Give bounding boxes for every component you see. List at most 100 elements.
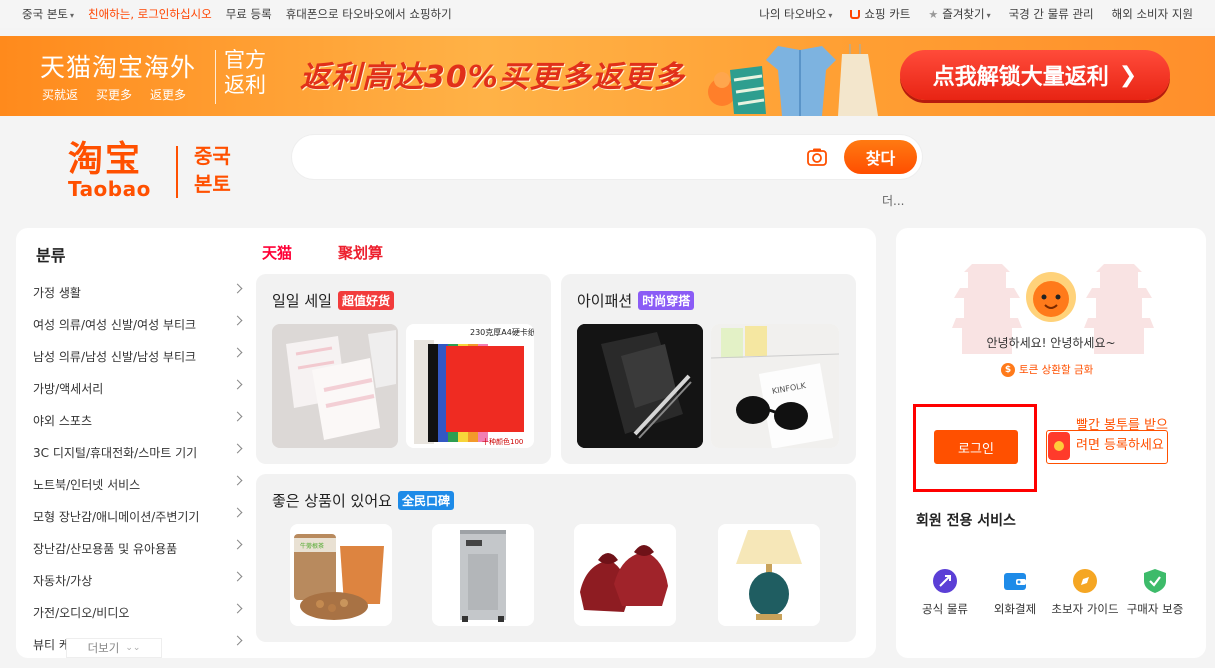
- consumer-support-link[interactable]: 해외 소비자 지원: [1112, 6, 1193, 22]
- shield-icon: [1144, 569, 1166, 593]
- taobao-logo[interactable]: 淘宝 Taobao: [68, 142, 151, 200]
- chevron-right-icon: [232, 635, 243, 646]
- chevron-right-icon: ❯: [1118, 62, 1138, 88]
- category-item[interactable]: 노트북/인터넷 서비스: [33, 468, 243, 500]
- daily-sale-card[interactable]: 일일 세일 超值好货 230克厚A4硬卡纸 十种颜色100: [256, 274, 551, 464]
- product-image-tea: 牛蒡根茶: [290, 524, 392, 626]
- category-item[interactable]: 장난감/산모용품 및 유아용품: [33, 532, 243, 564]
- top-bar: 중국 본토 ▾ 친애하는, 로그인하십시오 무료 등록 휴대폰으로 타오바오에서 …: [0, 0, 1215, 28]
- service-official-logistics[interactable]: 공식 물류: [910, 568, 980, 617]
- logo-divider: [176, 146, 178, 198]
- banner-sub-items: 买就返 买更多 返更多: [42, 86, 186, 103]
- avatar[interactable]: [1026, 272, 1076, 322]
- search-button[interactable]: 찾다: [844, 140, 917, 174]
- category-item[interactable]: 모형 장난감/애니메이션/주변기기: [33, 500, 243, 532]
- camera-icon[interactable]: [806, 146, 828, 168]
- product-thumbnail[interactable]: 牛蒡根茶: [290, 524, 392, 626]
- category-item[interactable]: 가방/액세서리: [33, 372, 243, 404]
- coin-redeem-link[interactable]: $ 토큰 상환할 금화: [1001, 362, 1093, 377]
- favorites-menu[interactable]: ★ 즐겨찾기 ▾: [928, 6, 990, 22]
- product-thumbnail[interactable]: 230克厚A4硬卡纸 十种颜色100: [406, 324, 534, 448]
- product-thumbnail[interactable]: [272, 324, 398, 448]
- promo-banner[interactable]: 天猫淘宝海外 买就返 买更多 返更多 官方返利 返利高达30%买更多返更多 点我…: [0, 36, 1215, 116]
- card-title: 좋은 상품이 있어요: [272, 492, 392, 510]
- rocket-icon: [933, 569, 957, 593]
- banner-official: 官方返利: [224, 48, 266, 97]
- search-input[interactable]: [312, 145, 792, 169]
- welcome-text: 안녕하세요! 안녕하세요~: [986, 336, 1116, 350]
- register-button[interactable]: 빨간 봉투를 받으려면 등록하세요: [1076, 416, 1168, 456]
- product-image-bag: [577, 324, 703, 448]
- region-selector[interactable]: 중국 본토 ▾: [22, 6, 74, 22]
- card-tag: 全民口碑: [397, 491, 454, 510]
- chevron-down-icon: ▾: [69, 11, 74, 20]
- logistics-link[interactable]: 국경 간 물류 관리: [1009, 6, 1094, 22]
- category-item[interactable]: 여성 의류/여성 신발/여성 부티크: [33, 308, 243, 340]
- login-button[interactable]: 로그인: [934, 430, 1018, 464]
- chevron-right-icon: [232, 475, 243, 486]
- service-beginner-guide[interactable]: 초보자 가이드: [1050, 568, 1120, 617]
- product-label-jar: 牛蒡根茶: [300, 542, 324, 550]
- product-image-cardstock: 230克厚A4硬卡纸 十种颜色100: [406, 324, 534, 448]
- banner-sub-item: 返更多: [150, 88, 187, 102]
- chevron-right-icon: [232, 283, 243, 294]
- banner-cta-button[interactable]: 点我解锁大量返利 ❯: [900, 50, 1170, 100]
- search-more-link[interactable]: 더...: [882, 192, 904, 209]
- product-label-top: 230克厚A4硬卡纸: [470, 327, 534, 337]
- category-item[interactable]: 자동차/가상: [33, 564, 243, 596]
- card-tag: 时尚穿搭: [638, 291, 695, 310]
- product-thumbnail[interactable]: [718, 524, 820, 626]
- card-title: 아이패션: [577, 292, 633, 310]
- chevron-down-icon: ▾: [828, 11, 833, 20]
- coin-icon: $: [1001, 362, 1015, 377]
- product-thumbnail[interactable]: KINFOLK: [711, 324, 839, 448]
- product-thumbnail[interactable]: [432, 524, 534, 626]
- product-thumbnail[interactable]: [577, 324, 703, 448]
- category-list: 가정 생활 여성 의류/여성 신발/여성 부티크 남성 의류/남성 신발/남성 …: [33, 276, 243, 658]
- service-buyer-protection[interactable]: 구매자 보증: [1120, 568, 1190, 617]
- banner-sub-item: 买更多: [96, 88, 133, 102]
- wallet-icon: [1004, 573, 1026, 590]
- chevron-down-icon: ▾: [986, 11, 991, 20]
- product-image-bags: [272, 324, 398, 448]
- banner-divider: [215, 50, 216, 104]
- chevron-right-icon: [232, 379, 243, 390]
- chevron-right-icon: [232, 539, 243, 550]
- main-panel: 분류 가정 생활 여성 의류/여성 신발/여성 부티크 남성 의류/남성 신발/…: [16, 228, 876, 658]
- service-foreign-payment[interactable]: 외화결제: [980, 568, 1050, 617]
- chevron-right-icon: [232, 347, 243, 358]
- services-list: 공식 물류 외화결제 초보자 가이드 구매자 보증: [910, 568, 1190, 617]
- tab-juhuasuan[interactable]: 聚划算: [338, 242, 383, 263]
- cart-icon: [850, 10, 861, 19]
- fashion-card[interactable]: 아이패션 时尚穿搭 KINFOLK: [561, 274, 856, 464]
- category-item[interactable]: 남성 의류/남성 신발/남성 부티크: [33, 340, 243, 372]
- star-icon: ★: [928, 8, 939, 21]
- tab-tmall[interactable]: 天猫: [262, 242, 292, 263]
- banner-sub-item: 买就返: [42, 88, 79, 102]
- register-link[interactable]: 무료 등록: [226, 6, 272, 22]
- category-item[interactable]: 3C 디지털/휴대전화/스마트 기기: [33, 436, 243, 468]
- product-image-sunglasses: KINFOLK: [711, 324, 839, 448]
- my-taobao-menu[interactable]: 나의 타오바오 ▾: [759, 6, 832, 22]
- card-title: 일일 세일: [272, 292, 332, 310]
- card-tag: 超值好货: [337, 291, 394, 310]
- banner-brand: 天猫淘宝海外: [40, 53, 197, 82]
- double-chevron-down-icon: ⌄⌄: [125, 643, 141, 653]
- login-link[interactable]: 친애하는, 로그인하십시오: [88, 6, 212, 22]
- category-title: 분류: [36, 246, 66, 265]
- chevron-right-icon: [232, 603, 243, 614]
- banner-clothes-image: [708, 44, 878, 116]
- chevron-right-icon: [232, 507, 243, 518]
- good-products-card[interactable]: 좋은 상품이 있어요 全民口碑 牛蒡根茶: [256, 474, 856, 642]
- category-item[interactable]: 가전/오디오/비디오: [33, 596, 243, 628]
- chevron-right-icon: [232, 571, 243, 582]
- mobile-shopping-link[interactable]: 휴대폰으로 타오바오에서 쇼핑하기: [286, 6, 452, 22]
- category-item[interactable]: 가정 생활: [33, 276, 243, 308]
- services-title: 회원 전용 서비스: [916, 513, 1016, 529]
- category-more-button[interactable]: 더보기 ⌄⌄: [66, 638, 162, 658]
- logo-region: 중국 본토: [194, 144, 231, 196]
- category-item[interactable]: 야외 스포츠: [33, 404, 243, 436]
- cart-link[interactable]: 쇼핑 카트: [850, 6, 910, 22]
- chevron-right-icon: [232, 411, 243, 422]
- product-thumbnail[interactable]: [574, 524, 676, 626]
